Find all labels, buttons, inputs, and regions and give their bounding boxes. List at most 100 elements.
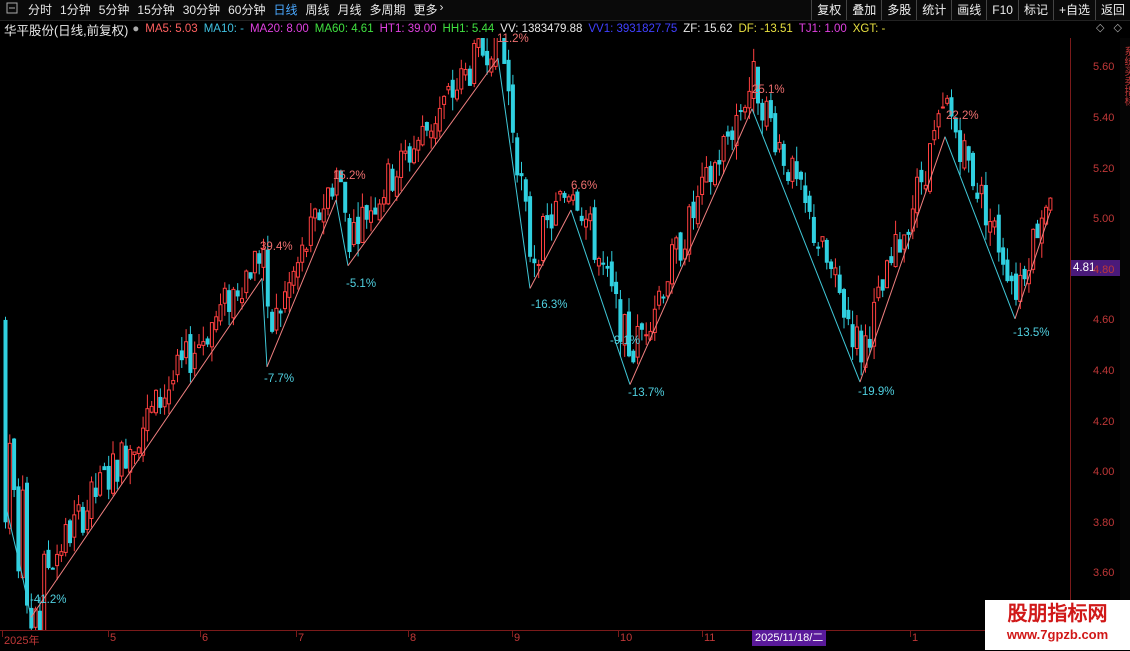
menu-icon[interactable] <box>0 0 24 20</box>
indicator-value: XGT: - <box>852 23 886 35</box>
candle-body <box>936 113 941 128</box>
candle-body <box>708 165 713 183</box>
date-tick <box>702 631 703 637</box>
toolbar-button[interactable]: 返回 <box>1094 0 1130 20</box>
menu-icon-glyph <box>6 2 18 14</box>
candle-body <box>992 220 997 228</box>
candle-body <box>657 290 662 306</box>
candle-body <box>962 140 967 169</box>
candle-body <box>876 286 881 299</box>
toolbar-button[interactable]: 多股 <box>881 0 916 20</box>
settings-icon[interactable]: ● <box>132 23 139 35</box>
zigzag-percent-label: 11.2% <box>497 33 529 45</box>
candle-body <box>639 323 644 330</box>
date-tick <box>296 631 297 637</box>
date-tick-label: 1 <box>912 632 919 644</box>
candle-body <box>897 239 902 253</box>
candle-body <box>106 465 111 490</box>
candle-body <box>541 215 545 262</box>
date-tick <box>108 631 109 637</box>
candle-body <box>661 296 666 299</box>
candle-body <box>532 258 537 264</box>
period-tab[interactable]: 30分钟 <box>179 0 224 20</box>
toolbar-button[interactable]: 统计 <box>916 0 951 20</box>
period-tab[interactable]: 月线 <box>334 0 366 20</box>
candle-body <box>3 319 8 523</box>
candle-body <box>588 213 593 222</box>
price-tick-label: 3.60 <box>1093 567 1115 580</box>
candle-body <box>919 169 924 183</box>
candle-body <box>377 203 382 221</box>
period-tab[interactable]: 多周期 <box>366 0 410 20</box>
price-tick-label: 4.40 <box>1093 364 1115 377</box>
candle-body <box>545 215 550 221</box>
candle-body <box>412 148 416 164</box>
zigzag-segment <box>859 136 946 383</box>
candle-body <box>743 106 748 113</box>
candle-body <box>519 173 524 177</box>
candle-body <box>455 89 459 100</box>
candle-body <box>287 282 292 298</box>
chevron-down-icon[interactable]: ◇ <box>1114 22 1122 34</box>
candle-body <box>824 239 829 263</box>
period-tab[interactable]: 15分钟 <box>133 0 178 20</box>
candlestick-chart[interactable] <box>0 38 1070 630</box>
candle-body <box>704 167 709 183</box>
price-tick-label: 5.40 <box>1093 111 1115 124</box>
candle-body <box>429 130 434 139</box>
date-tick-label: 2025年 <box>4 635 40 647</box>
period-tab[interactable]: 分时 <box>24 0 56 20</box>
candle-body <box>386 163 391 205</box>
toolbar-button[interactable]: 叠加 <box>846 0 881 20</box>
period-tab[interactable]: 日线 <box>269 0 301 20</box>
period-toolbar: 分时 1分钟 5分钟 15分钟 30分钟 60分钟 日线 周线 月线 多周期 更多 › 复权 叠加 多股统… <box>0 0 1130 21</box>
toolbar-button[interactable]: 复权 <box>811 0 846 20</box>
candle-body <box>996 214 1001 253</box>
zigzag-segment <box>30 278 263 618</box>
date-tick-label: 6 <box>202 632 209 644</box>
price-tick-label: 5.60 <box>1093 61 1115 74</box>
zigzag-percent-label: 22.2% <box>946 110 979 122</box>
candle-body <box>317 212 322 221</box>
indicator-value: HH1: 5.44 <box>442 23 495 35</box>
date-tick-label: 10 <box>620 632 633 644</box>
candle-body <box>55 553 60 567</box>
period-tab[interactable]: 60分钟 <box>224 0 269 20</box>
period-tab[interactable]: 1分钟 <box>56 0 95 20</box>
toolbar-button[interactable]: 画线 <box>951 0 986 20</box>
candle-body <box>222 287 227 304</box>
candle-body <box>407 146 412 163</box>
candle-body <box>308 216 313 246</box>
candle-body <box>214 316 219 331</box>
date-tick-label: 5 <box>110 632 117 644</box>
candle-body <box>966 146 971 161</box>
candle-body <box>794 161 799 180</box>
indicator-value: MA5: 5.03 <box>145 23 198 35</box>
candle-body <box>781 143 786 166</box>
candle-body <box>227 290 232 312</box>
period-tab[interactable]: 5分钟 <box>95 0 134 20</box>
period-tab[interactable]: 周线 <box>301 0 333 20</box>
date-tick <box>408 631 409 637</box>
candle-body <box>343 181 348 213</box>
toolbar-button[interactable]: +自选 <box>1052 0 1095 20</box>
candle-body <box>437 107 442 132</box>
candle-body <box>790 157 795 182</box>
candle-body <box>295 262 300 278</box>
date-tick <box>200 631 201 637</box>
stock-title[interactable]: 华平股份(日线,前复权) <box>4 20 128 38</box>
toolbar-button[interactable]: F10 <box>986 0 1018 20</box>
candle-body <box>59 551 64 556</box>
candle-body <box>149 405 154 413</box>
candle-body <box>820 236 825 242</box>
candle-body <box>399 150 404 178</box>
candle-body <box>983 185 988 226</box>
candle-body <box>837 274 842 293</box>
period-tab[interactable]: 更多 <box>410 0 442 20</box>
toolbar-button[interactable]: 标记 <box>1017 0 1053 20</box>
candle-body <box>89 481 94 520</box>
price-tick-label: 4.00 <box>1093 466 1115 479</box>
diamond-icon[interactable]: ◇ <box>1096 22 1104 34</box>
candle-body <box>1022 268 1027 280</box>
candle-body <box>816 246 821 249</box>
